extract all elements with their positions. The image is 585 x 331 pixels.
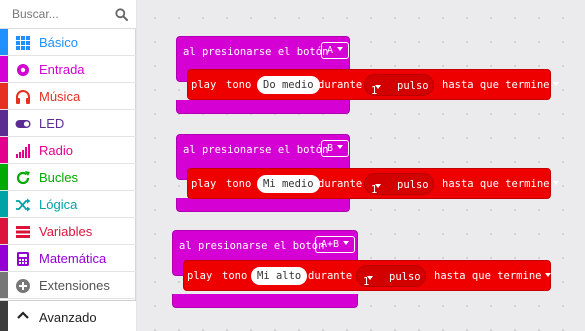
category-label: Extensiones — [39, 278, 110, 293]
category-extensiones[interactable]: Extensiones — [0, 272, 136, 299]
dropdown-arrow-icon — [367, 276, 373, 280]
category-entrada[interactable]: Entrada — [0, 56, 136, 83]
category-label: Variables — [39, 224, 93, 239]
tone-label: tono — [226, 178, 252, 190]
refresh-icon — [16, 171, 30, 185]
category-label: Entrada — [39, 62, 85, 77]
category-color-bar — [0, 110, 8, 136]
category-label: Bucles — [39, 170, 79, 185]
search-icon[interactable] — [115, 8, 128, 21]
toolbox: Básico Entrada Música LED Radio — [0, 0, 136, 331]
blocks-workspace[interactable]: al presionarse el botón A play tono Do m… — [137, 0, 585, 331]
mode-dropdown[interactable]: hasta que termine — [442, 79, 560, 91]
category-color-bar — [0, 83, 8, 109]
pulse-label: pulso — [397, 80, 429, 92]
category-label: Lógica — [39, 197, 78, 212]
category-basico[interactable]: Básico — [0, 29, 136, 56]
play-keyword: play — [191, 79, 217, 91]
during-label: durante — [318, 178, 363, 190]
search-box — [0, 0, 136, 29]
category-color-bar — [0, 272, 8, 298]
headphones-icon — [16, 90, 30, 104]
event-label: al presionarse el botón — [179, 240, 325, 252]
category-logica[interactable]: Lógica — [0, 191, 136, 218]
play-tone-block[interactable]: play tono Mi medio durante 1 pulso hasta… — [187, 168, 560, 199]
dropdown-arrow-icon — [553, 181, 560, 185]
category-label: Radio — [39, 143, 73, 158]
button-dropdown[interactable]: A — [321, 42, 350, 59]
category-color-bar — [0, 56, 8, 82]
toggle-icon — [15, 120, 31, 128]
event-block-footer — [176, 198, 350, 212]
category-color-bar — [0, 137, 8, 163]
advanced-label: Avanzado — [39, 310, 97, 325]
button-dropdown[interactable]: B — [321, 140, 350, 157]
dropdown-arrow-icon — [375, 85, 381, 89]
event-block-footer — [172, 294, 358, 308]
category-color-bar — [0, 218, 8, 244]
list-icon — [16, 226, 30, 238]
note-picker[interactable]: Mi alto — [251, 267, 308, 285]
category-led[interactable]: LED — [0, 110, 136, 137]
category-bucles[interactable]: Bucles — [0, 164, 136, 191]
button-dropdown[interactable]: A+B — [315, 236, 356, 253]
category-color-bar — [0, 301, 8, 331]
beats-dropdown[interactable]: 1 pulso — [356, 265, 426, 288]
dropdown-arrow-icon — [337, 145, 344, 149]
category-label: Música — [39, 89, 81, 104]
tone-label: tono — [226, 79, 252, 91]
pulse-label: pulso — [389, 271, 421, 283]
pulse-label: pulso — [397, 179, 429, 191]
chevron-up-icon — [17, 311, 29, 319]
category-matematica[interactable]: Matemática — [0, 245, 136, 272]
category-variables[interactable]: Variables — [0, 218, 136, 245]
category-color-bar — [0, 245, 8, 271]
dropdown-arrow-icon — [375, 184, 381, 188]
category-musica[interactable]: Música — [0, 83, 136, 110]
during-label: durante — [308, 270, 353, 282]
search-input[interactable] — [0, 0, 112, 28]
category-label: Matemática — [39, 251, 107, 266]
play-keyword: play — [191, 178, 217, 190]
advanced-toggle[interactable]: Avanzado — [0, 300, 136, 331]
mode-dropdown[interactable]: hasta que termine — [434, 270, 552, 282]
play-tone-block[interactable]: play tono Do medio durante 1 pulso hasta… — [187, 69, 560, 100]
play-tone-block[interactable]: play tono Mi alto durante 1 pulso hasta … — [183, 260, 552, 291]
category-color-bar — [0, 29, 8, 55]
during-label: durante — [318, 79, 363, 91]
dropdown-arrow-icon — [343, 241, 350, 245]
dropdown-arrow-icon — [545, 273, 552, 277]
signal-bars-icon — [16, 144, 30, 158]
category-color-bar — [0, 164, 8, 190]
category-color-bar — [0, 191, 8, 217]
grid-icon — [16, 36, 30, 50]
category-label: Básico — [39, 35, 79, 50]
circle-icon — [17, 64, 29, 76]
plus-circle-icon — [16, 279, 30, 293]
category-label: LED — [39, 116, 65, 131]
mode-dropdown[interactable]: hasta que termine — [442, 178, 560, 190]
event-label: al presionarse el botón — [183, 144, 329, 156]
tone-label: tono — [222, 270, 248, 282]
note-picker[interactable]: Do medio — [257, 76, 320, 94]
play-keyword: play — [187, 270, 213, 282]
calculator-icon — [17, 252, 29, 266]
category-radio[interactable]: Radio — [0, 137, 136, 164]
event-block-footer — [176, 100, 350, 114]
event-label: al presionarse el botón — [183, 46, 329, 58]
dropdown-arrow-icon — [337, 47, 344, 51]
dropdown-arrow-icon — [553, 82, 560, 86]
note-picker[interactable]: Mi medio — [257, 175, 320, 193]
shuffle-icon — [16, 198, 31, 212]
beats-dropdown[interactable]: 1 pulso — [364, 74, 434, 97]
beats-dropdown[interactable]: 1 pulso — [364, 173, 434, 196]
